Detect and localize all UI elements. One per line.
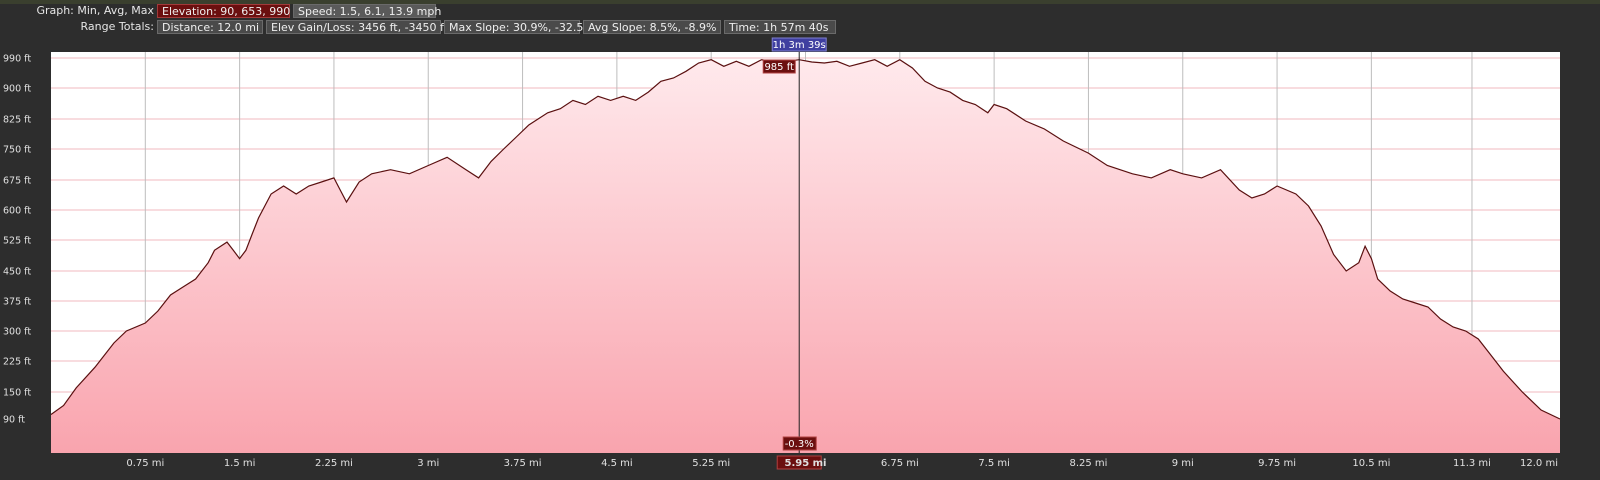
- y-tick-label: 375 ft: [3, 297, 31, 308]
- x-tick-label: 9 mi: [1172, 458, 1194, 469]
- x-tick-label: 3.75 mi: [504, 458, 542, 469]
- y-tick-label: 525 ft: [3, 236, 31, 247]
- x-tick-label: 4.5 mi: [601, 458, 633, 469]
- x-tick-label: 8.25 mi: [1069, 458, 1107, 469]
- x-tick-label: 2.25 mi: [315, 458, 353, 469]
- cursor-elevation-label: 985 ft: [764, 62, 794, 73]
- x-tick-label: 12.0 mi: [1520, 458, 1558, 469]
- cursor-time-label: 1h 3m 39s: [773, 40, 826, 51]
- elevation-chart[interactable]: 90 ft 150 ft 225 ft 300 ft 375 ft 450 ft 525 f…: [0, 0, 1600, 480]
- y-tick-label: 990 ft: [3, 54, 31, 65]
- cursor-slope-label: -0.3%: [785, 439, 814, 450]
- y-tick-label: 300 ft: [3, 327, 31, 338]
- x-tick-label: 3 mi: [417, 458, 439, 469]
- y-tick-label: 450 ft: [3, 267, 31, 278]
- y-tick-label: 750 ft: [3, 145, 31, 156]
- x-tick-label: 7.5 mi: [978, 458, 1010, 469]
- y-tick-label: 225 ft: [3, 357, 31, 368]
- y-tick-label: 900 ft: [3, 84, 31, 95]
- x-tick-label: 9.75 mi: [1258, 458, 1296, 469]
- y-tick-label: 600 ft: [3, 206, 31, 217]
- x-tick-label: 11.3 mi: [1453, 458, 1491, 469]
- elevation-profile-panel: Graph: Min, Avg, Max Elevation: 90, 653,…: [0, 0, 1600, 480]
- cursor-distance-label: 5.95 mi: [784, 458, 826, 469]
- x-tick-label: 0.75 mi: [126, 458, 164, 469]
- y-tick-label: 90 ft: [3, 415, 25, 426]
- x-tick-label: 6.75 mi: [881, 458, 919, 469]
- y-axis-labels: 90 ft 150 ft 225 ft 300 ft 375 ft 450 ft 525 f…: [3, 54, 31, 426]
- y-tick-label: 150 ft: [3, 388, 31, 399]
- y-tick-label: 675 ft: [3, 176, 31, 187]
- x-tick-label: 10.5 mi: [1352, 458, 1390, 469]
- y-tick-label: 825 ft: [3, 115, 31, 126]
- x-tick-label: 1.5 mi: [224, 458, 256, 469]
- x-axis-labels: 0.75 mi 1.5 mi 2.25 mi 3 mi 3.75 mi 4.5 mi 5.2…: [126, 458, 1558, 469]
- x-tick-label: 5.25 mi: [692, 458, 730, 469]
